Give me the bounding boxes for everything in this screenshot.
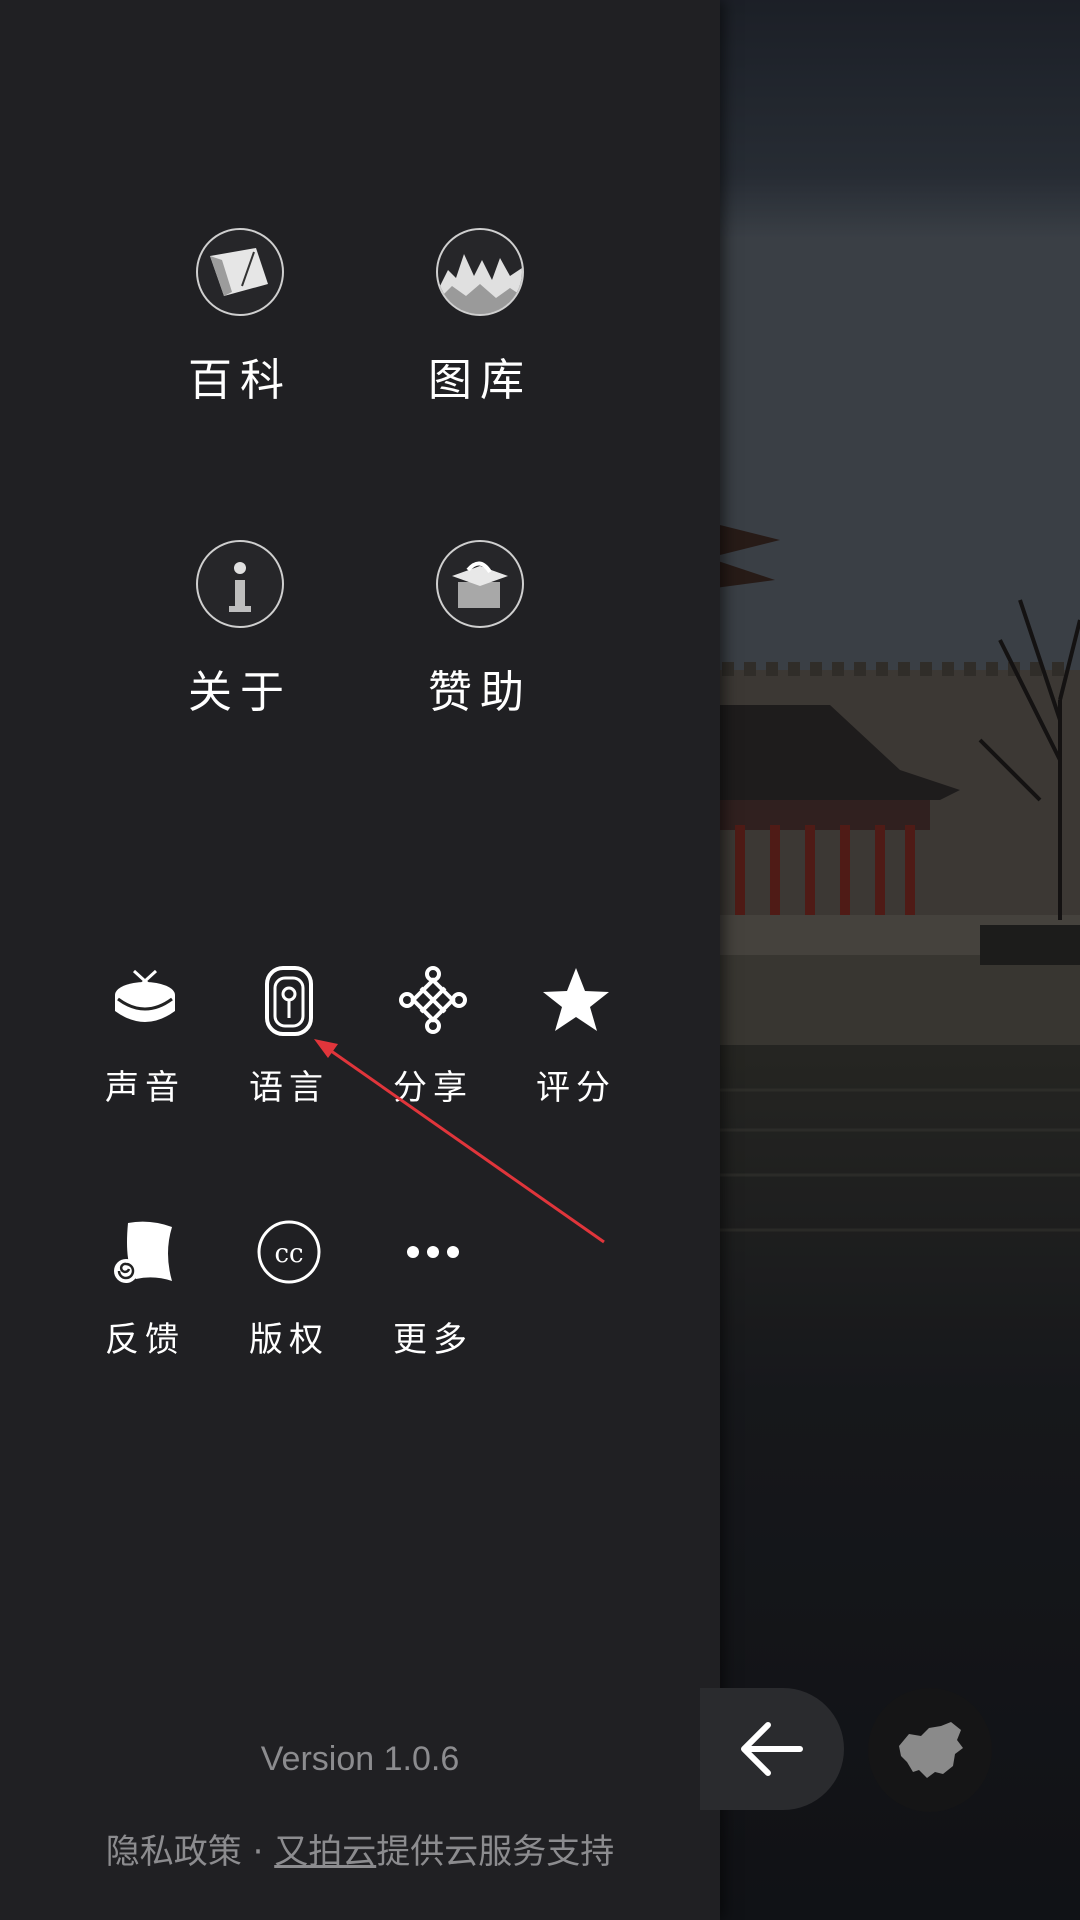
more-dots-icon <box>393 1212 473 1292</box>
menu-label: 图库 <box>428 355 532 406</box>
map-button[interactable] <box>868 1688 992 1812</box>
drum-icon <box>105 960 185 1040</box>
china-map-icon <box>899 1722 963 1778</box>
upyun-link[interactable]: 又拍云 <box>274 1832 376 1872</box>
menu-label: 语言 <box>249 1068 329 1108</box>
menu-label: 更多 <box>393 1320 473 1360</box>
language-seal-icon <box>249 960 329 1040</box>
back-button[interactable] <box>700 1688 844 1810</box>
menu-item-sponsor[interactable]: 赞助 <box>400 540 560 720</box>
star-icon <box>536 960 616 1040</box>
creative-commons-icon: cc <box>249 1212 329 1292</box>
menu-item-gallery[interactable]: 图库 <box>400 228 560 408</box>
menu-item-share[interactable]: 分享 <box>368 960 498 1109</box>
info-icon <box>196 540 284 628</box>
menu-label: 评分 <box>536 1068 616 1108</box>
menu-label: 声音 <box>105 1068 185 1108</box>
feedback-scroll-icon <box>105 1212 185 1292</box>
footer-suffix: 提供云服务支持 <box>376 1832 615 1872</box>
privacy-policy-link[interactable]: 隐私政策 · <box>106 1832 274 1872</box>
encyclopedia-scroll-icon <box>196 228 284 316</box>
version-label: Version 1.0.6 <box>260 1740 460 1778</box>
menu-item-copyright[interactable]: cc 版权 <box>224 1212 354 1361</box>
menu-item-more[interactable]: 更多 <box>368 1212 498 1361</box>
menu-item-rate[interactable]: 评分 <box>511 960 641 1109</box>
menu-item-language[interactable]: 语言 <box>224 960 354 1109</box>
menu-item-sound[interactable]: 声音 <box>80 960 210 1109</box>
gallery-mountains-icon <box>436 228 524 316</box>
menu-label: 反馈 <box>105 1320 185 1360</box>
menu-label: 版权 <box>249 1320 329 1360</box>
svg-text:cc: cc <box>274 1239 303 1269</box>
footer-credits: 隐私政策 · 又拍云提供云服务支持 <box>0 1824 720 1873</box>
menu-item-about[interactable]: 关于 <box>160 540 320 720</box>
menu-label: 关于 <box>188 667 292 718</box>
app-root: 百科 图库 关于 赞助 声音 语言 分享 评分 反馈 cc 版权 更多 Vers… <box>0 0 1080 1920</box>
chinese-knot-icon <box>393 960 473 1040</box>
menu-item-encyclopedia[interactable]: 百科 <box>160 228 320 408</box>
menu-label: 百科 <box>188 355 292 406</box>
menu-label: 赞助 <box>428 667 532 718</box>
arrow-left-icon <box>741 1722 803 1776</box>
side-drawer: 百科 图库 关于 赞助 声音 语言 分享 评分 反馈 cc 版权 更多 Vers… <box>0 0 720 1920</box>
sponsor-box-icon <box>436 540 524 628</box>
menu-label: 分享 <box>393 1068 473 1108</box>
menu-item-feedback[interactable]: 反馈 <box>80 1212 210 1361</box>
